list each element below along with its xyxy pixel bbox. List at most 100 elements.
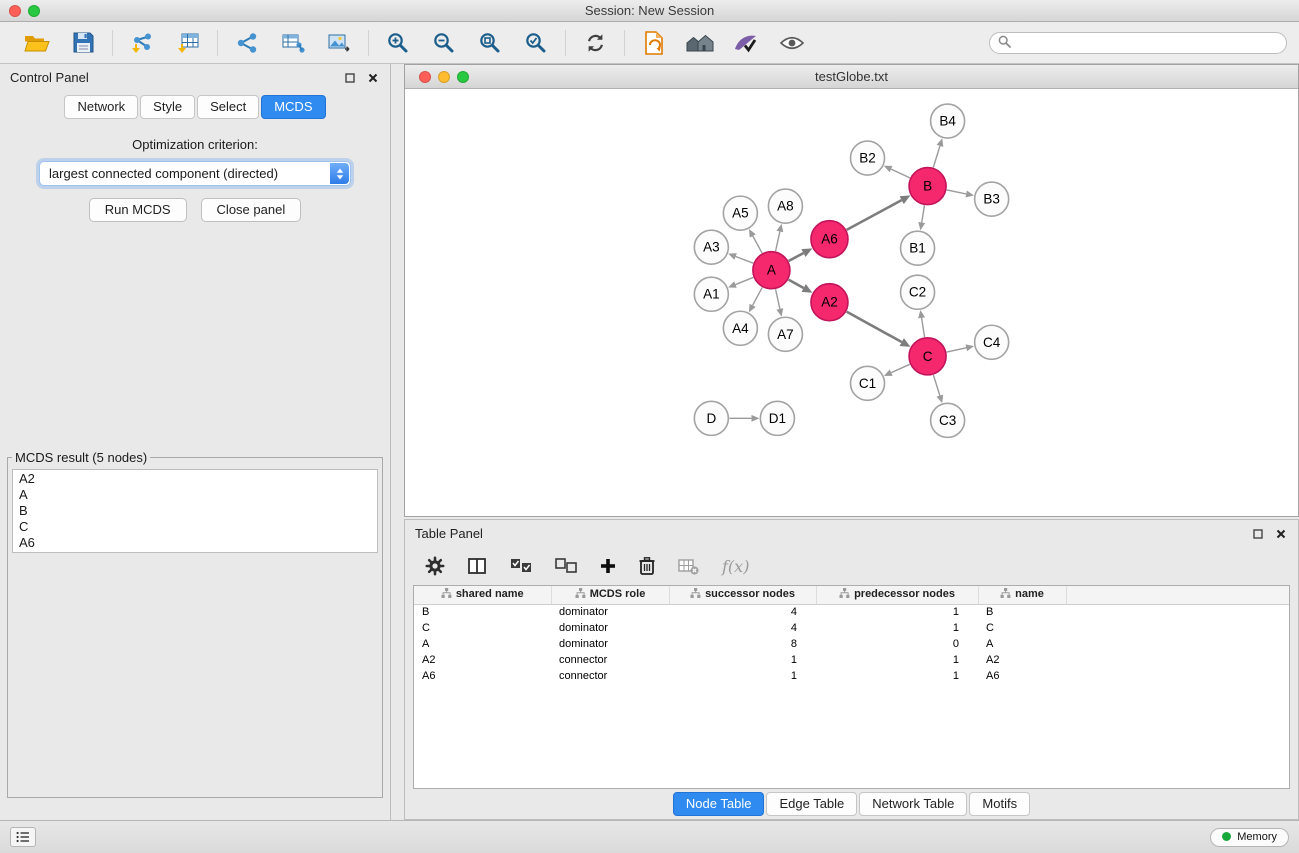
graph-node-D[interactable]: D [694,401,728,435]
control-panel-tab[interactable]: Network [64,95,138,119]
table-row[interactable]: A6 connector 1 1 A6 [414,668,1289,684]
graph-edge-C-C3[interactable] [933,374,939,395]
search-input[interactable] [1016,35,1278,51]
apply-style-icon[interactable] [731,28,761,58]
open-file-icon[interactable] [22,28,52,58]
graph-edge-A-A6[interactable] [789,253,804,261]
graph-edge-B-B3[interactable] [947,190,966,194]
table-row[interactable]: A dominator 8 0 A [414,636,1289,652]
graph-edge-A6-B[interactable] [847,200,902,230]
graph-node-A7[interactable]: A7 [768,317,802,351]
close-panel-icon[interactable] [366,71,380,85]
graph-node-A2[interactable]: A2 [811,283,848,320]
graph-node-A8[interactable]: A8 [768,189,802,223]
add-column-icon[interactable] [600,558,616,574]
graph-edge-A-A3[interactable] [736,256,754,263]
graph-edge-B-B4[interactable] [933,145,940,167]
criterion-dropdown[interactable]: largest connected component (directed) [39,161,351,186]
close-network-window-button[interactable] [419,71,431,83]
deselect-all-rows-icon[interactable] [555,558,577,574]
graph-node-B[interactable]: B [909,167,946,204]
table-column-header[interactable]: name [978,586,1066,604]
import-table-icon[interactable] [173,28,203,58]
zoom-fit-icon[interactable] [475,28,505,58]
open-session-document-icon[interactable] [639,28,669,58]
control-panel-tab[interactable]: Style [140,95,195,119]
graph-edge-A-A2[interactable] [788,279,803,287]
graph-edge-C-C2[interactable] [922,317,925,336]
graph-node-B4[interactable]: B4 [931,104,965,138]
run-mcds-button[interactable]: Run MCDS [89,198,187,222]
graph-edge-A-A8[interactable] [776,231,780,251]
control-panel-tab[interactable]: MCDS [261,95,325,119]
network-canvas[interactable]: A5 A8 A3 A A1A4 A7 A6 A2 B2 B4 B B3 B1 C2 C1 C C4 C3 D D1 [405,89,1298,516]
delete-column-trash-icon[interactable] [639,557,655,575]
table-panel-tab[interactable]: Network Table [859,792,967,816]
table-column-header[interactable]: predecessor nodes [816,586,978,604]
table-row[interactable]: C dominator 4 1 C [414,620,1289,636]
graph-edge-A-A5[interactable] [753,236,762,253]
graph-node-C1[interactable]: C1 [850,366,884,400]
graph-edge-C-C1[interactable] [891,364,910,372]
table-panel-tab[interactable]: Edge Table [766,792,857,816]
table-settings-gear-icon[interactable] [425,556,445,576]
save-session-icon[interactable] [68,28,98,58]
graph-edge-B-B1[interactable] [922,205,925,222]
graph-node-A3[interactable]: A3 [694,230,728,264]
graph-node-C4[interactable]: C4 [975,325,1009,359]
graph-node-B2[interactable]: B2 [850,141,884,175]
zoom-selected-icon[interactable] [521,28,551,58]
refresh-icon[interactable] [580,28,610,58]
home-icon[interactable] [685,28,715,58]
task-history-icon[interactable] [10,827,36,847]
memory-button[interactable]: Memory [1210,828,1289,847]
close-table-panel-icon[interactable] [1274,527,1288,541]
graph-node-A4[interactable]: A4 [723,311,757,345]
zoom-out-icon[interactable] [429,28,459,58]
graph-node-A6[interactable]: A6 [811,220,848,257]
control-panel-tab[interactable]: Select [197,95,259,119]
delete-table-icon[interactable] [678,558,699,575]
graph-edge-A2-C[interactable] [847,311,902,341]
import-network-icon[interactable] [127,28,157,58]
float-table-panel-icon[interactable] [1251,527,1265,541]
mcds-result-list[interactable]: A2ABCA6 [12,469,378,553]
graph-node-A1[interactable]: A1 [694,277,728,311]
table-row[interactable]: A2 connector 1 1 A2 [414,652,1289,668]
network-graph[interactable]: A5 A8 A3 A A1A4 A7 A6 A2 B2 B4 B B3 B1 C2 C1 C C4 C3 D D1 [405,89,1298,516]
graph-edge-A-A4[interactable] [753,287,763,305]
float-panel-icon[interactable] [343,71,357,85]
zoom-network-window-button[interactable] [457,71,469,83]
select-all-rows-icon[interactable] [510,558,532,574]
table-panel-tab[interactable]: Node Table [673,792,765,816]
graph-node-B3[interactable]: B3 [975,182,1009,216]
export-image-icon[interactable] [324,28,354,58]
graph-node-B1[interactable]: B1 [901,231,935,265]
zoom-in-icon[interactable] [383,28,413,58]
minimize-network-window-button[interactable] [438,71,450,83]
table-row[interactable]: B dominator 4 1 B [414,604,1289,620]
graph-node-D1[interactable]: D1 [760,401,794,435]
show-hide-eye-icon[interactable] [777,28,807,58]
close-window-button[interactable] [9,5,21,17]
function-builder-icon[interactable]: f(x) [722,557,749,576]
graph-node-C2[interactable]: C2 [901,275,935,309]
graph-node-A[interactable]: A [753,251,790,288]
graph-edge-C-C4[interactable] [947,347,967,351]
zoom-window-button[interactable] [28,5,40,17]
table-panel-tab[interactable]: Motifs [969,792,1030,816]
table-column-header[interactable]: successor nodes [669,586,816,604]
graph-node-C[interactable]: C [909,337,946,374]
graph-edge-A-A7[interactable] [776,289,780,309]
graph-node-A5[interactable]: A5 [723,196,757,230]
network-from-table-icon[interactable] [278,28,308,58]
close-panel-button[interactable]: Close panel [201,198,302,222]
node-table-container[interactable]: shared name MCDS role successor nodes [413,585,1290,789]
table-column-header[interactable]: shared name [414,586,551,604]
graph-edge-B-B2[interactable] [891,169,910,178]
table-column-header[interactable]: MCDS role [551,586,669,604]
search-field[interactable] [989,32,1287,54]
graph-node-C3[interactable]: C3 [931,403,965,437]
graph-edge-A-A1[interactable] [736,277,754,284]
select-columns-icon[interactable] [468,558,487,575]
